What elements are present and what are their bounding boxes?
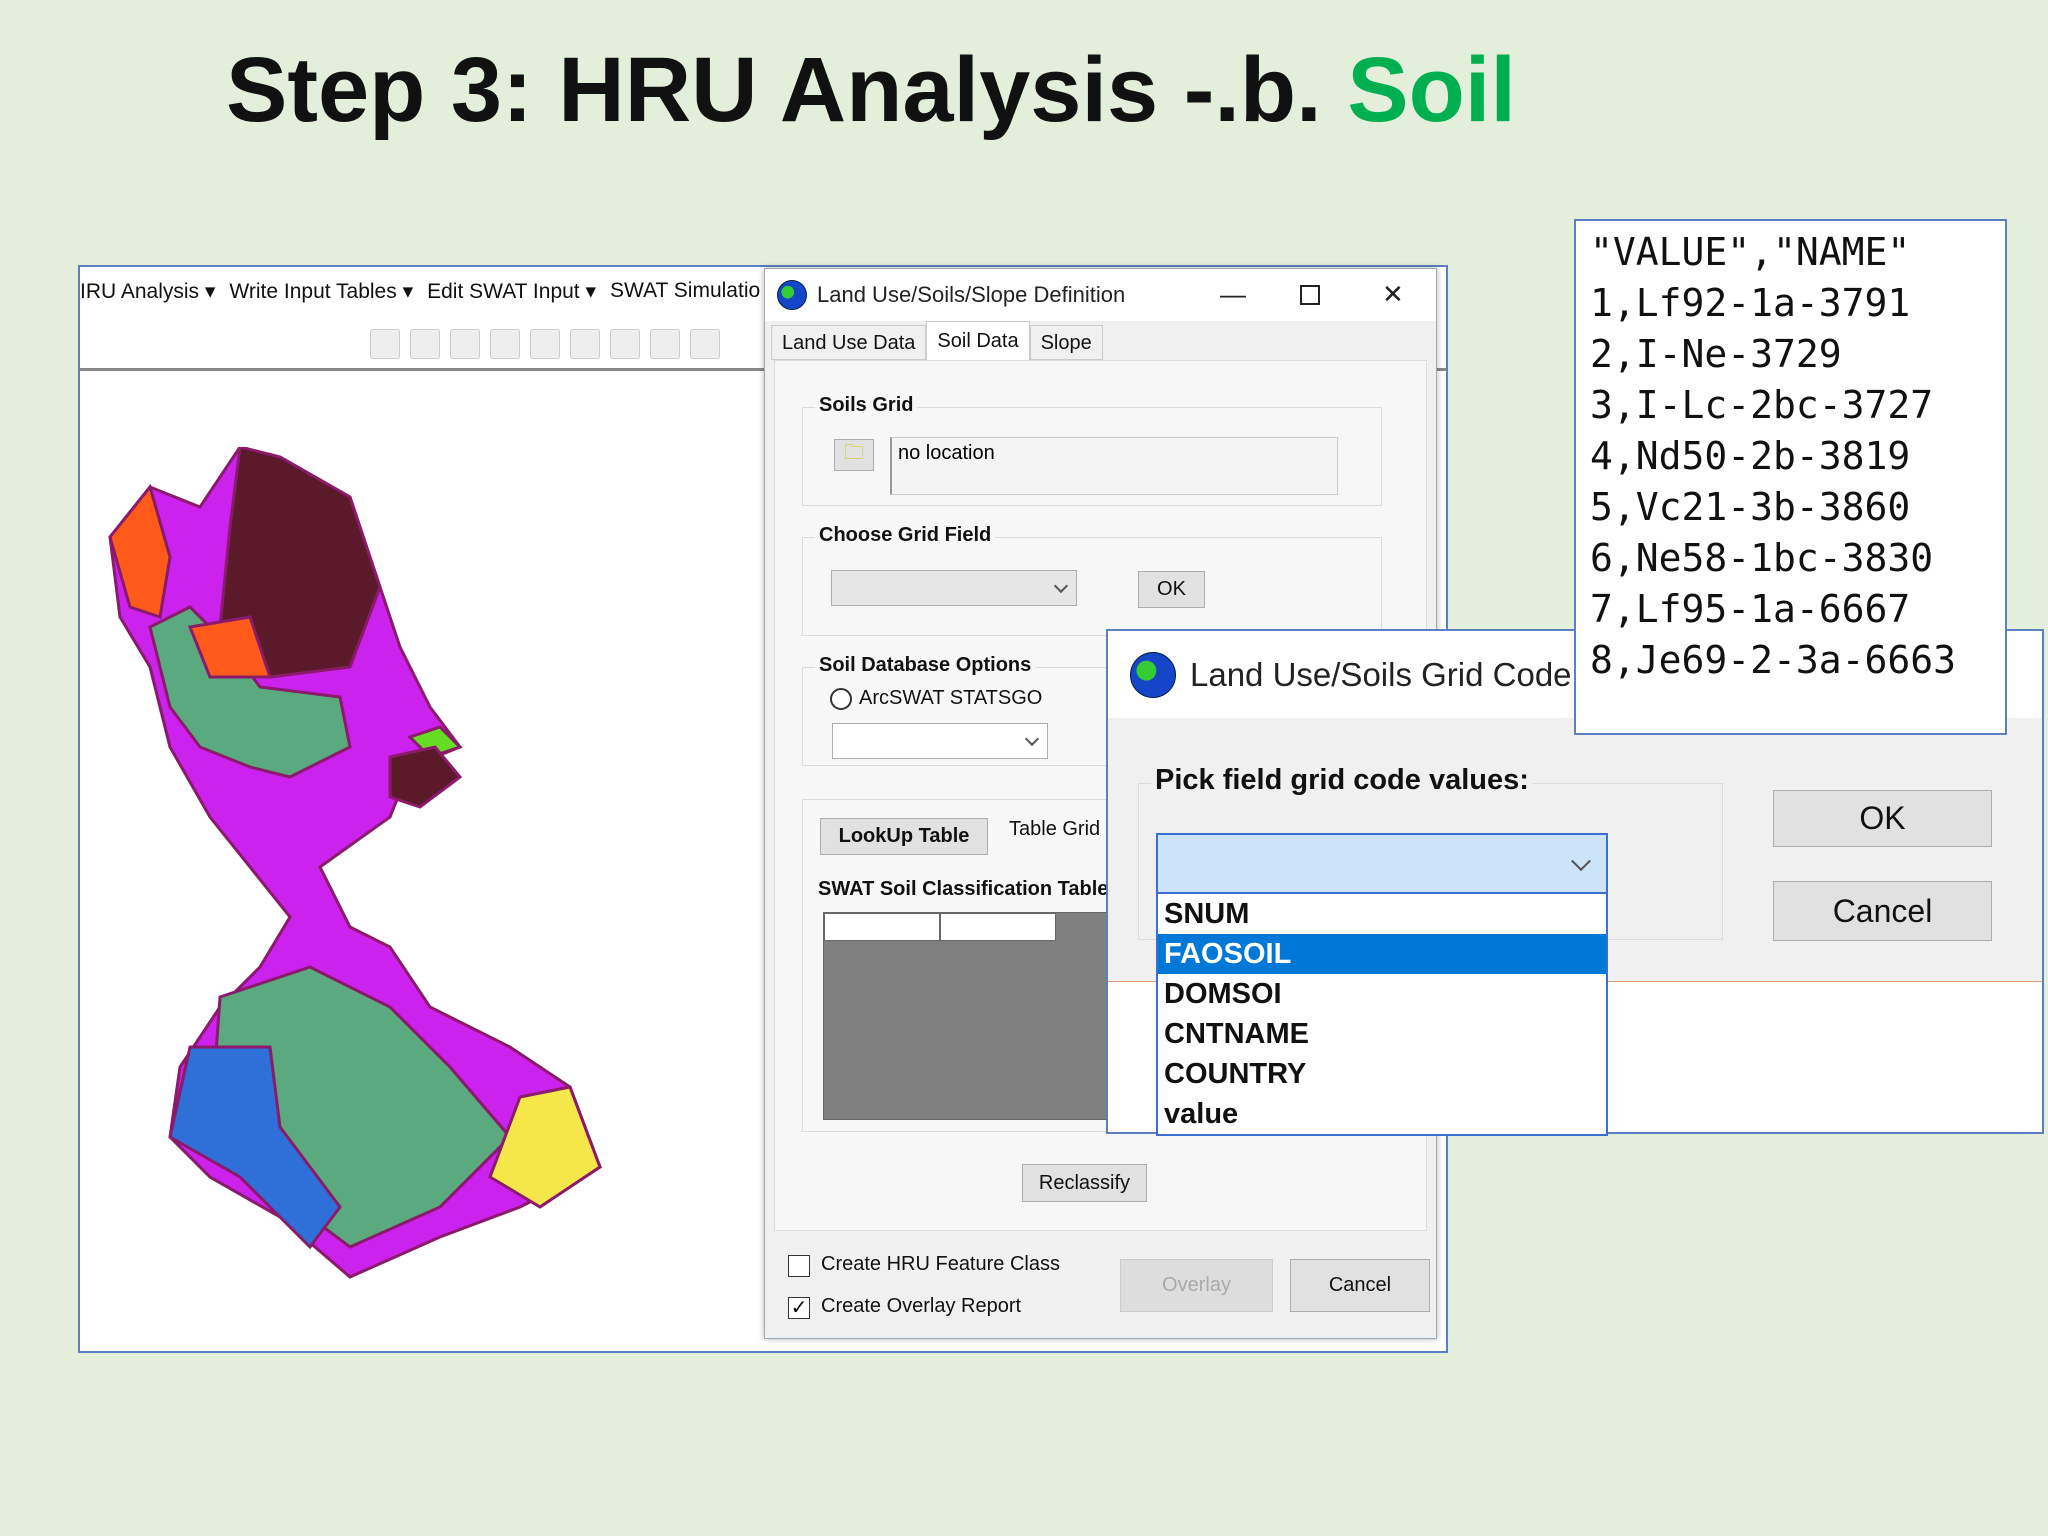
tab-slope[interactable]: Slope <box>1029 325 1103 360</box>
zoom-in-fixed-icon[interactable] <box>570 329 600 359</box>
toolbar <box>370 329 720 363</box>
chevron-down-icon <box>1024 731 1040 747</box>
soils-grid-label: Soils Grid <box>815 394 918 417</box>
file-line: 1,Lf92-1a-3791 <box>1590 281 1911 325</box>
choose-grid-field-label: Choose Grid Field <box>815 524 996 547</box>
dialog-title: Land Use/Soils/Slope Definition <box>817 282 1126 307</box>
zoom-out-icon[interactable] <box>410 329 440 359</box>
file-line: 3,I-Lc-2bc-3727 <box>1590 383 1934 427</box>
grid-code-ok-button[interactable]: OK <box>1773 790 1992 847</box>
create-hru-checkbox[interactable] <box>788 1255 810 1277</box>
file-line: 2,I-Ne-3729 <box>1590 332 1842 376</box>
tab-soil-data[interactable]: Soil Data <box>926 321 1030 360</box>
grid-code-title: Land Use/Soils Grid Code <box>1190 655 1572 693</box>
file-line: 5,Vc21-3b-3860 <box>1590 485 1911 529</box>
tab-strip: Land Use Data Soil Data Slope <box>771 321 1103 360</box>
menu-edit-swat-input[interactable]: Edit SWAT Input ▾ <box>427 279 596 315</box>
title-highlight: Soil <box>1347 39 1516 141</box>
fixed-zoom-icon[interactable] <box>530 329 560 359</box>
slide-title: Step 3: HRU Analysis -.b. Soil <box>226 38 1516 143</box>
zoom-out-fixed-icon[interactable] <box>610 329 640 359</box>
classification-table-label: SWAT Soil Classification Table <box>818 878 1109 900</box>
globe-icon <box>777 280 807 310</box>
chevron-down-icon <box>1053 578 1069 594</box>
pan-icon[interactable] <box>450 329 480 359</box>
dialog-titlebar: Land Use/Soils/Slope Definition — ✕ <box>765 269 1436 321</box>
classification-table-grid[interactable] <box>823 912 1113 1120</box>
menu-swat-simulation[interactable]: SWAT Simulatio <box>610 279 760 315</box>
chevron-down-icon <box>1571 850 1591 871</box>
file-line: 4,Nd50-2b-3819 <box>1590 434 1911 478</box>
table-grid-label: Table Grid <box>1009 818 1101 840</box>
option-snum[interactable]: SNUM <box>1158 894 1606 934</box>
maximize-icon[interactable] <box>1300 285 1320 305</box>
lookup-table-button[interactable]: LookUp Table <box>820 818 988 855</box>
soil-db-dropdown[interactable] <box>832 723 1048 759</box>
table-header-cell <box>824 913 940 941</box>
option-faosoil[interactable]: FAOSOIL <box>1158 934 1606 974</box>
full-extent-icon[interactable] <box>490 329 520 359</box>
file-line: "VALUE","NAME" <box>1590 230 1911 274</box>
soils-grid-location: no location <box>890 437 1338 495</box>
reclassify-button[interactable]: Reclassify <box>1022 1164 1147 1202</box>
option-cntname[interactable]: CNTNAME <box>1158 1014 1606 1054</box>
title-text: Step 3: HRU Analysis -.b. <box>226 39 1348 141</box>
grid-code-cancel-button[interactable]: Cancel <box>1773 881 1992 941</box>
statsgo-radio-label: ArcSWAT STATSGO <box>859 687 1043 709</box>
create-overlay-checkbox[interactable]: ✓ <box>788 1297 810 1319</box>
menu-write-input-tables[interactable]: Write Input Tables ▾ <box>229 279 413 315</box>
open-folder-icon[interactable]: 🗀 <box>834 439 874 471</box>
create-hru-label: Create HRU Feature Class <box>821 1253 1060 1275</box>
forward-icon[interactable] <box>690 329 720 359</box>
soil-db-label: Soil Database Options <box>815 654 1036 677</box>
create-overlay-label: Create Overlay Report <box>821 1295 1022 1317</box>
option-domsoi[interactable]: DOMSOI <box>1158 974 1606 1014</box>
statsgo-radio[interactable] <box>830 688 852 710</box>
grid-code-dropdown[interactable] <box>1156 833 1608 894</box>
cancel-button[interactable]: Cancel <box>1290 1259 1430 1312</box>
pick-field-label: Pick field grid code values: <box>1151 764 1533 797</box>
watershed-soil-map[interactable] <box>90 447 710 1287</box>
overlay-button[interactable]: Overlay <box>1120 1259 1273 1312</box>
file-line: 6,Ne58-1bc-3830 <box>1590 536 1934 580</box>
choose-grid-field-group: Choose Grid Field OK <box>802 524 1382 636</box>
grid-field-ok-button[interactable]: OK <box>1138 571 1205 608</box>
option-value[interactable]: value <box>1158 1094 1606 1134</box>
option-country[interactable]: COUNTRY <box>1158 1054 1606 1094</box>
grid-code-options-list: SNUM FAOSOIL DOMSOI CNTNAME COUNTRY valu… <box>1156 894 1608 1136</box>
tab-land-use-data[interactable]: Land Use Data <box>771 325 927 360</box>
back-icon[interactable] <box>650 329 680 359</box>
menu-hru-analysis[interactable]: IRU Analysis ▾ <box>80 279 215 315</box>
menu-bar: IRU Analysis ▾ Write Input Tables ▾ Edit… <box>80 279 780 315</box>
file-line: 7,Lf95-1a-6667 <box>1590 587 1911 631</box>
minimize-icon[interactable]: — <box>1220 279 1246 310</box>
grid-field-dropdown[interactable] <box>831 570 1077 606</box>
soils-grid-group: Soils Grid 🗀 no location <box>802 394 1382 506</box>
close-icon[interactable]: ✕ <box>1382 279 1404 310</box>
file-line: 8,Je69-2-3a-6663 <box>1590 638 1957 682</box>
globe-icon <box>1130 651 1176 698</box>
zoom-in-icon[interactable] <box>370 329 400 359</box>
table-header-cell <box>940 913 1056 941</box>
lookup-text-file: "VALUE","NAME" 1,Lf92-1a-3791 2,I-Ne-3729 3… <box>1574 219 2007 735</box>
